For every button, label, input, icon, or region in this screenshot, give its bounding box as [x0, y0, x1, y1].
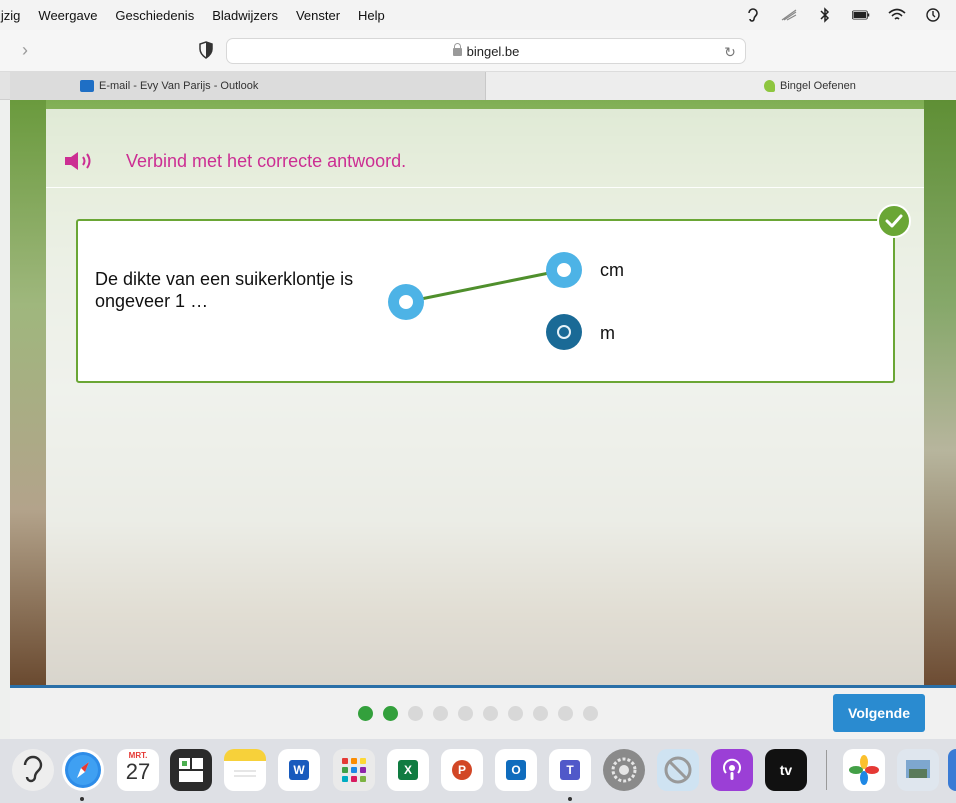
url-text: bingel.be [466, 44, 520, 59]
next-button[interactable]: Volgende [833, 694, 925, 732]
battery-icon[interactable] [852, 6, 870, 24]
progress-dot[interactable] [408, 706, 423, 721]
progress-dot[interactable] [433, 706, 448, 721]
menu-item-help[interactable]: Help [349, 8, 394, 23]
time-machine-icon[interactable] [924, 6, 942, 24]
forward-button[interactable]: › [14, 39, 36, 61]
progress-dot[interactable] [508, 706, 523, 721]
no-access-app-icon[interactable] [657, 749, 699, 791]
bluetooth-icon[interactable] [816, 6, 834, 24]
safari-icon[interactable] [62, 749, 104, 791]
answer-node-cm[interactable] [546, 252, 582, 288]
answer-node-m[interactable] [546, 314, 582, 350]
calendar-icon[interactable]: MRT. 27 [117, 749, 159, 791]
answer-label-cm: cm [600, 260, 624, 280]
dock-separator [826, 750, 827, 790]
address-bar[interactable]: bingel.be ↻ [226, 38, 746, 64]
calendar-day: 27 [125, 759, 151, 784]
apple-tv-icon[interactable]: tv [765, 749, 807, 791]
teams-icon[interactable]: T [549, 749, 591, 791]
photos-icon[interactable] [843, 749, 885, 791]
running-indicator [568, 797, 572, 801]
split-screen-app-icon[interactable] [170, 749, 212, 791]
launchpad-icon[interactable] [333, 749, 375, 791]
browser-toolbar: › bingel.be ↻ [0, 30, 956, 72]
system-preferences-icon[interactable] [603, 749, 645, 791]
tab-label: E-mail - Evy Van Parijs - Outlook [99, 80, 259, 92]
progress-dot[interactable] [358, 706, 373, 721]
progress-dot[interactable] [533, 706, 548, 721]
progress-dots [358, 706, 598, 721]
lock-icon [452, 43, 462, 56]
podcasts-icon[interactable] [711, 749, 753, 791]
hearing-app-icon[interactable] [12, 749, 54, 791]
privacy-shield-icon[interactable] [196, 40, 216, 60]
background-scenery-left [10, 100, 46, 685]
exercise-panel [46, 109, 924, 685]
powerpoint-icon[interactable]: P [441, 749, 483, 791]
progress-dot[interactable] [583, 706, 598, 721]
bingel-icon [764, 80, 775, 92]
menu-item-bookmarks[interactable]: Bladwijzers [203, 8, 287, 23]
tab-label: Bingel Oefenen [780, 80, 856, 92]
menu-item-edit[interactable]: ijzig [0, 8, 29, 23]
instruction-row: Verbind met het correcte antwoord. [62, 146, 406, 176]
instruction-text: Verbind met het correcte antwoord. [126, 150, 407, 171]
running-indicator [80, 797, 84, 801]
tab-bar: E-mail - Evy Van Parijs - Outlook Bingel… [0, 72, 956, 100]
menu-item-view[interactable]: Weergave [29, 8, 106, 23]
tab-bingel[interactable]: Bingel Oefenen [486, 72, 956, 100]
progress-dot[interactable] [383, 706, 398, 721]
airdrop-icon[interactable] [780, 6, 798, 24]
speaker-icon[interactable] [62, 148, 96, 174]
wifi-icon[interactable] [888, 6, 906, 24]
correct-check-icon [877, 204, 911, 238]
menu-item-history[interactable]: Geschiedenis [106, 8, 203, 23]
apple-tv-label: tv [779, 762, 793, 778]
menu-bar: ijzig Weergave Geschiedenis Bladwijzers … [0, 0, 956, 30]
folder-icon[interactable] [948, 749, 956, 791]
hearing-icon[interactable] [744, 6, 762, 24]
preview-icon[interactable] [897, 749, 939, 791]
progress-dot[interactable] [558, 706, 573, 721]
tab-outlook[interactable]: E-mail - Evy Van Parijs - Outlook [10, 72, 486, 100]
progress-dot[interactable] [483, 706, 498, 721]
question-connector-node[interactable] [388, 284, 424, 320]
question-text: De dikte van een suikerklontje is ongeve… [95, 269, 354, 311]
divider [46, 187, 924, 188]
status-area [744, 0, 942, 30]
progress-dot[interactable] [458, 706, 473, 721]
answer-label-m: m [600, 323, 615, 343]
menu-item-window[interactable]: Venster [287, 8, 349, 23]
reload-icon[interactable]: ↻ [721, 43, 739, 61]
excel-icon[interactable]: X [387, 749, 429, 791]
background-scenery-right [924, 100, 956, 685]
notes-icon[interactable] [224, 749, 266, 791]
outlook-app-icon[interactable]: O [495, 749, 537, 791]
word-icon[interactable]: W [278, 749, 320, 791]
outlook-icon [80, 80, 94, 92]
